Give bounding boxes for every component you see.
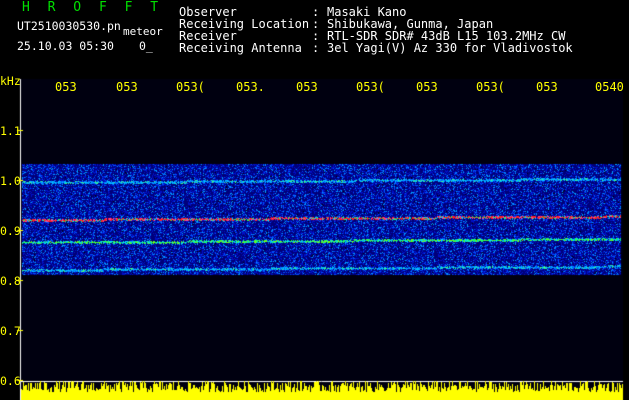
y-tick: 1.0: [0, 174, 21, 188]
brand-title: H R O F F T: [22, 0, 164, 15]
x-tick: 053(: [176, 80, 205, 94]
y-tick: 0.9: [0, 224, 21, 238]
x-tick: 053.: [236, 80, 265, 94]
antenna-colon: :: [312, 41, 320, 55]
x-tick: 0540: [595, 80, 624, 94]
y-unit-label: kHz: [0, 74, 21, 88]
antenna-label: Receiving Antenna: [179, 41, 302, 55]
y-tick: 0.8: [0, 274, 21, 288]
type-label: meteor: [123, 25, 163, 38]
y-tick: 1.1: [0, 124, 21, 138]
x-tick: 053(: [356, 80, 385, 94]
spectrogram-canvas: [0, 0, 629, 400]
x-tick: 053: [416, 80, 438, 94]
x-tick: 053: [55, 80, 77, 94]
x-tick: 053(: [476, 80, 505, 94]
count-value: 0_: [139, 39, 153, 53]
y-tick: 0.6: [0, 374, 21, 388]
x-tick: 053: [296, 80, 318, 94]
x-tick: 053: [536, 80, 558, 94]
antenna-value: 3el Yagi(V) Az 330 for Vladivostok: [327, 41, 573, 55]
filename: UT2510030530.pn: [17, 19, 121, 33]
y-tick: 0.7: [0, 324, 21, 338]
timestamp: 25.10.03 05:30: [17, 39, 114, 53]
x-tick: 053: [116, 80, 138, 94]
